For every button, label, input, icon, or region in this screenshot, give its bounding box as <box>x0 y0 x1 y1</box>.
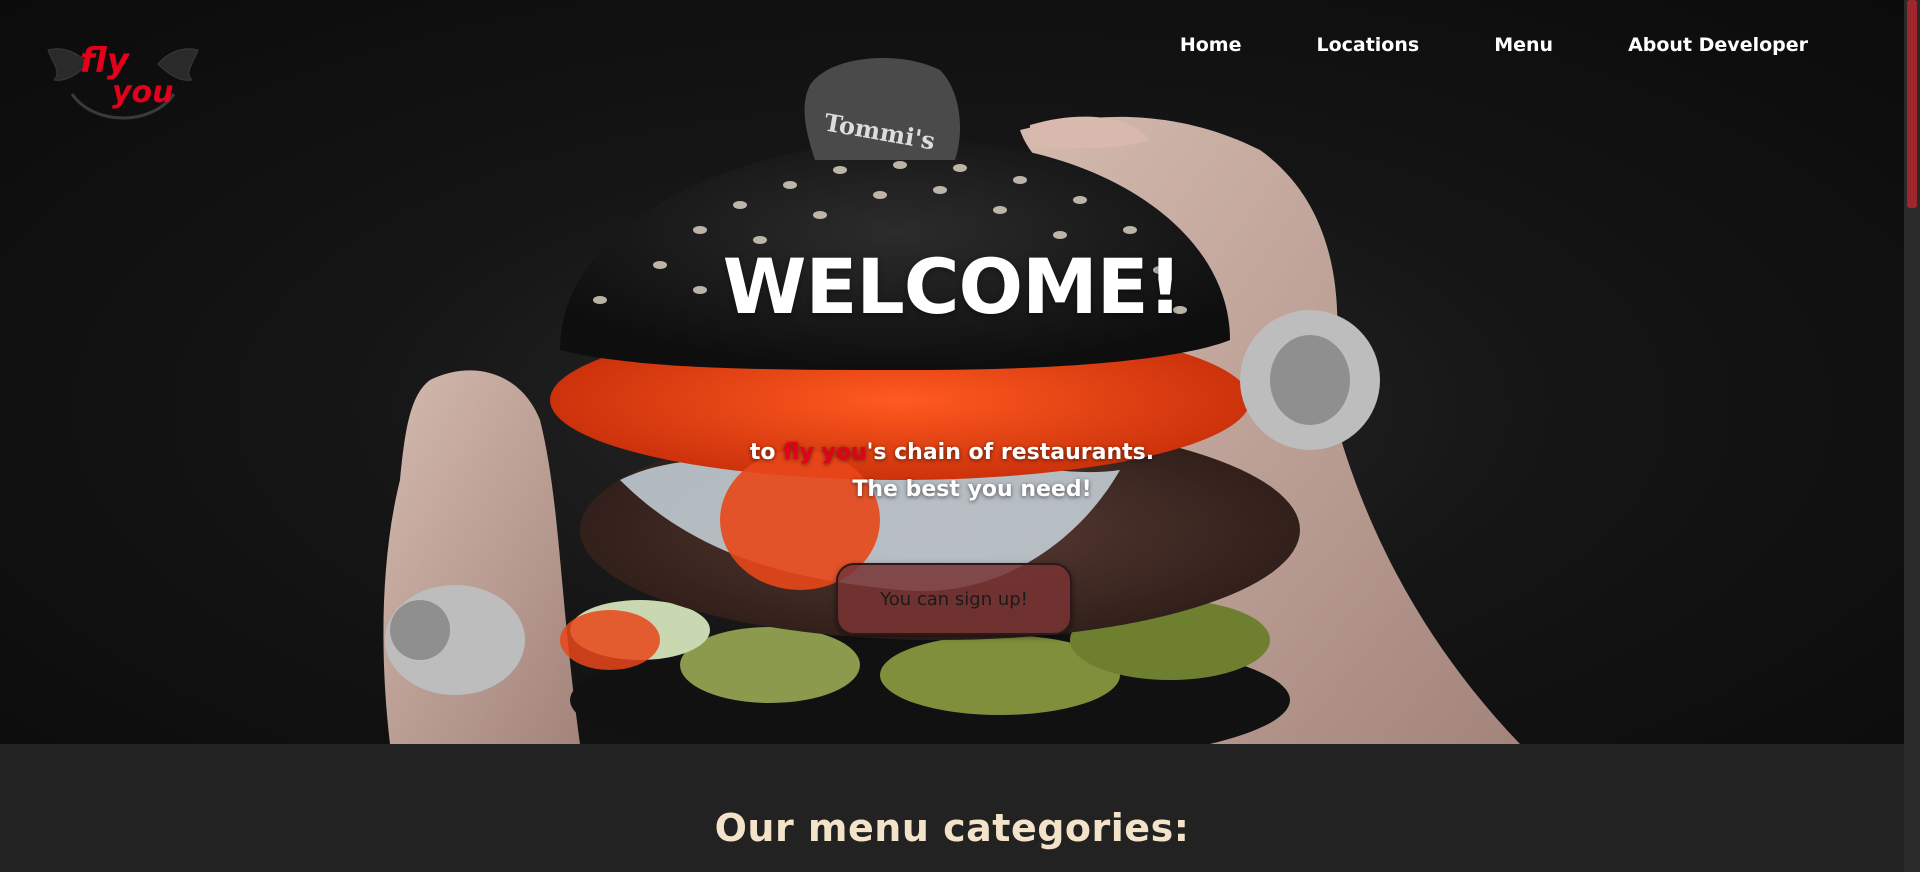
nav-about-developer[interactable]: About Developer <box>1628 30 1808 60</box>
tagline-line-2: The best you need! <box>852 477 1092 502</box>
tagline-prefix: to <box>749 440 784 465</box>
nav-locations[interactable]: Locations <box>1316 30 1419 60</box>
main-nav: Home Locations Menu About Developer <box>1105 30 1808 60</box>
page: Tommi's fly you Home Locations Menu Abou… <box>0 0 1920 872</box>
hero-title: WELCOME! <box>722 242 1183 331</box>
categories-title: Our menu categories: <box>714 806 1190 850</box>
scrollbar-thumb[interactable] <box>1907 0 1917 208</box>
menu-categories-section: Our menu categories: <box>0 744 1904 872</box>
signup-button[interactable]: You can sign up! <box>836 563 1072 635</box>
fly-you-logo[interactable]: fly you <box>44 30 202 130</box>
hero-section: Tommi's fly you Home Locations Menu Abou… <box>0 0 1904 744</box>
nav-home[interactable]: Home <box>1180 30 1242 60</box>
tagline-brand: fly you <box>783 440 867 465</box>
nav-menu[interactable]: Menu <box>1494 30 1553 60</box>
tagline-line-1: to fly you's chain of restaurants. <box>0 434 1904 471</box>
tagline-suffix: 's chain of restaurants. <box>866 440 1155 465</box>
logo-you-text: you <box>112 75 174 110</box>
hero-tagline: to fly you's chain of restaurants. The b… <box>0 434 1904 508</box>
page-scrollbar[interactable] <box>1904 0 1920 872</box>
